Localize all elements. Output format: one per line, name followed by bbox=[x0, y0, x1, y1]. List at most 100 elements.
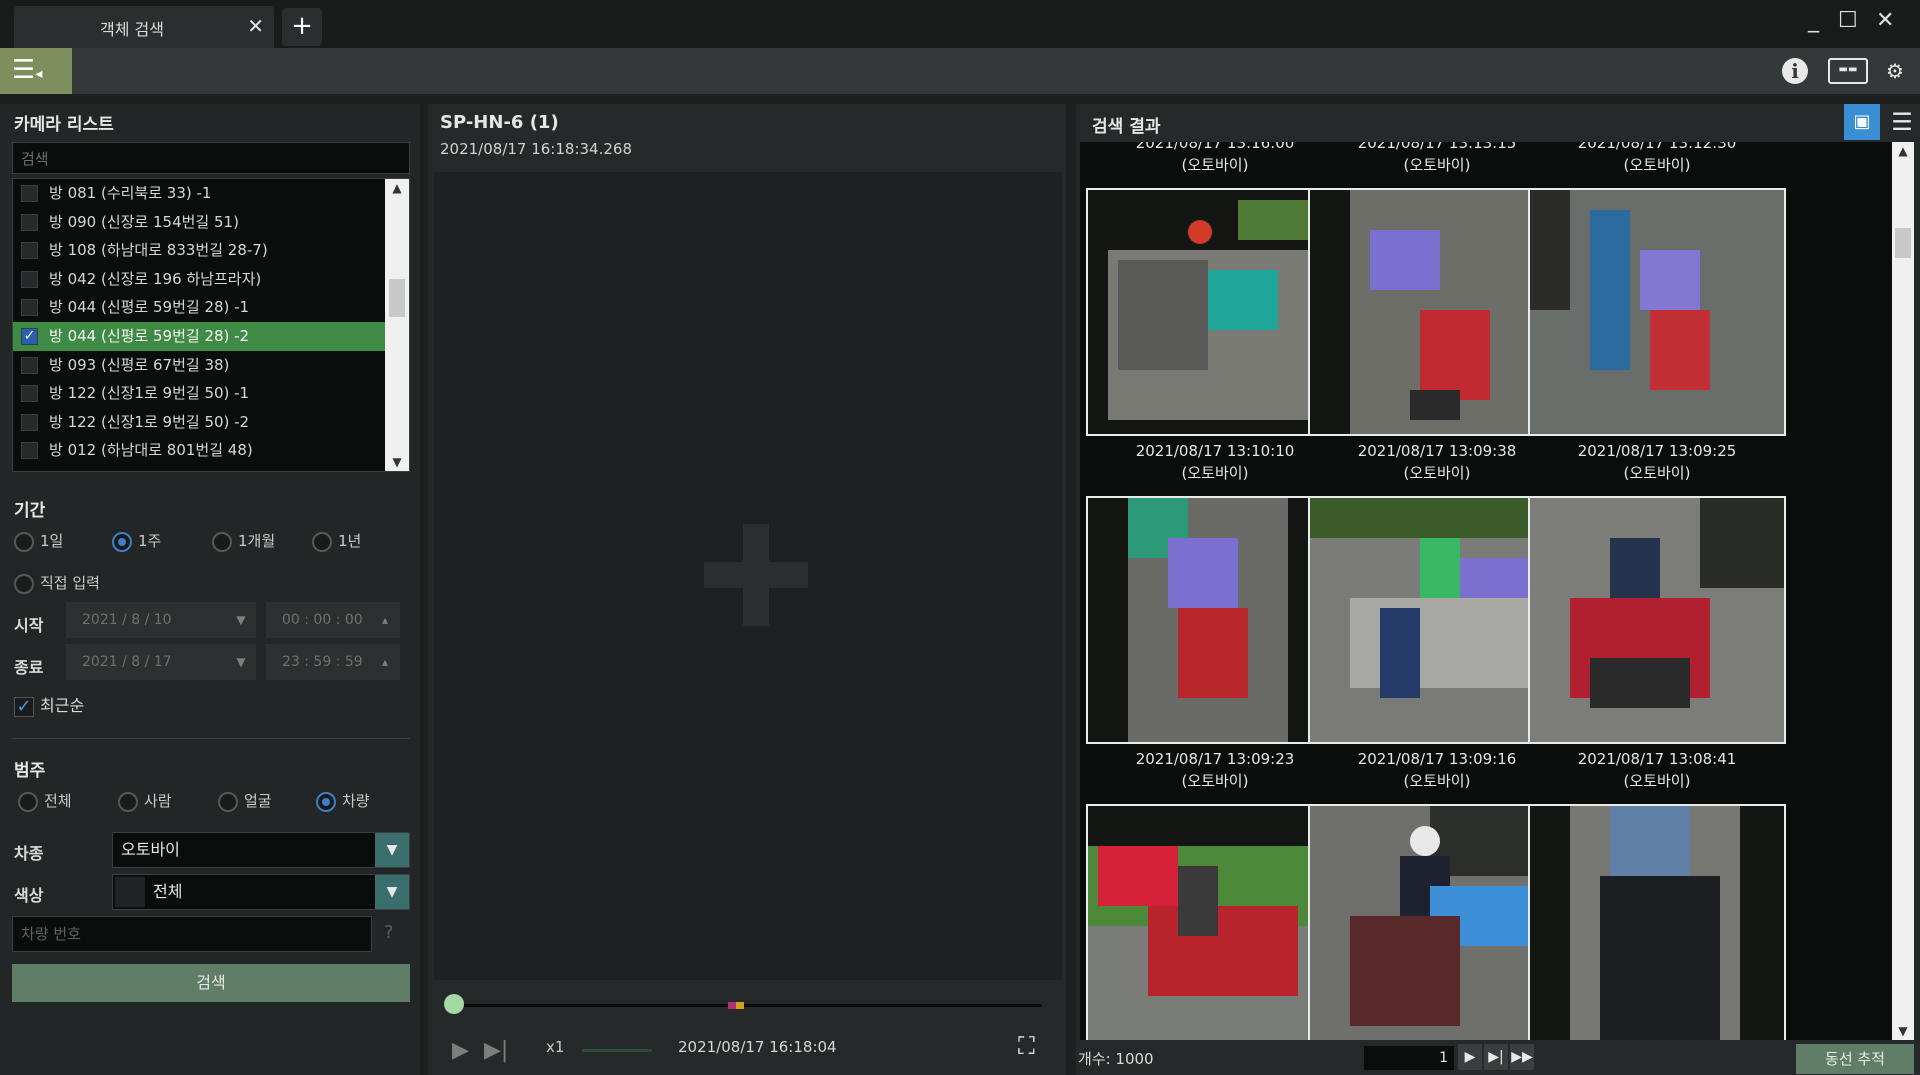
maximize-icon[interactable]: ☐ bbox=[1838, 8, 1858, 33]
result-thumbnail[interactable] bbox=[1086, 188, 1344, 436]
thumbnail-region bbox=[1088, 806, 1342, 846]
vehicle-type-select[interactable]: 오토바이 ▼ bbox=[112, 832, 410, 868]
last-page-icon[interactable]: ▶▶ bbox=[1510, 1044, 1534, 1070]
start-time-input[interactable]: 00 : 00 : 00 ▴ bbox=[266, 602, 400, 638]
help-icon[interactable]: ? bbox=[384, 922, 394, 943]
camera-list-scrollbar[interactable]: ▲ ▼ bbox=[385, 179, 409, 471]
camera-list-item[interactable]: 방 042 (신장로 196 하남프라자) bbox=[13, 265, 409, 294]
radio-label: 1일 bbox=[40, 532, 64, 550]
camera-list-item[interactable]: 방 012 (하남대로 801번길 48) bbox=[13, 436, 409, 465]
camera-checkbox[interactable]: ✓ bbox=[21, 327, 38, 345]
minimize-icon[interactable]: _ bbox=[1808, 8, 1819, 33]
camera-checkbox[interactable] bbox=[21, 385, 38, 403]
camera-checkbox[interactable] bbox=[21, 242, 38, 260]
step-forward-icon[interactable]: ▶| bbox=[484, 1038, 508, 1063]
thumbnail-region bbox=[1098, 846, 1178, 906]
image-capture-icon[interactable]: ▬▬ bbox=[1828, 58, 1868, 84]
radio-direct-input[interactable]: 직접 입력 bbox=[14, 572, 100, 594]
result-thumbnail[interactable] bbox=[1528, 188, 1786, 436]
scroll-thumb[interactable] bbox=[1895, 228, 1911, 258]
play-icon[interactable]: ▶ bbox=[452, 1038, 469, 1063]
chevron-down-icon[interactable]: ▼ bbox=[375, 875, 409, 909]
plate-number-input[interactable]: 차량 번호 bbox=[12, 916, 372, 952]
close-tab-icon[interactable]: ✕ bbox=[247, 14, 264, 38]
thumbnail-region bbox=[1420, 310, 1490, 400]
next-page-icon[interactable]: ▶ bbox=[1458, 1044, 1482, 1070]
camera-list-item[interactable]: 방 108 (하남대로 833번길 28-7) bbox=[13, 236, 409, 265]
timeline-knob[interactable] bbox=[444, 994, 464, 1014]
video-viewport[interactable] bbox=[434, 172, 1062, 980]
speed-slider[interactable] bbox=[582, 1049, 652, 1052]
result-thumbnail[interactable] bbox=[1528, 496, 1786, 744]
radio-label: 전체 bbox=[44, 792, 72, 810]
recent-order-checkbox[interactable]: ✓ 최근순 bbox=[14, 692, 84, 717]
color-select[interactable]: 전체 ▼ bbox=[112, 874, 410, 910]
period-radio-2[interactable]: 1개월 bbox=[212, 530, 275, 552]
camera-list-item[interactable]: 방 090 (신장로 154번길 51) bbox=[13, 208, 409, 237]
category-radio-1[interactable]: 사람 bbox=[118, 790, 172, 812]
category-radio-2[interactable]: 얼굴 bbox=[218, 790, 272, 812]
end-time-input[interactable]: 23 : 59 : 59 ▴ bbox=[266, 644, 400, 680]
scroll-thumb[interactable] bbox=[389, 279, 405, 317]
info-icon[interactable]: i bbox=[1782, 58, 1808, 84]
camera-list-item[interactable]: 방 107 (신장로 88) bbox=[13, 465, 409, 471]
track-route-button[interactable]: 동선 추적 bbox=[1796, 1044, 1914, 1074]
next-pages-icon[interactable]: ▶| bbox=[1484, 1044, 1508, 1070]
chevron-down-icon[interactable]: ▼ bbox=[226, 602, 256, 638]
result-thumbnail[interactable] bbox=[1086, 804, 1344, 1040]
camera-checkbox[interactable] bbox=[21, 213, 38, 231]
page-number-input[interactable]: 1 bbox=[1364, 1046, 1454, 1070]
tab-object-search[interactable]: 객체 검색 ✕ bbox=[14, 6, 274, 48]
playback-timeline[interactable] bbox=[452, 1004, 1042, 1007]
category-title: 범주 bbox=[14, 761, 46, 781]
search-button[interactable]: 검색 bbox=[12, 964, 410, 1002]
period-radio-0[interactable]: 1일 bbox=[14, 530, 63, 552]
period-radio-3[interactable]: 1년 bbox=[312, 530, 361, 552]
camera-search-input[interactable]: 검색 bbox=[12, 142, 410, 174]
camera-checkbox[interactable] bbox=[21, 442, 38, 460]
end-date-input[interactable]: 2021 / 8 / 17 ▼ bbox=[66, 644, 256, 680]
category-radio-3[interactable]: 차량 bbox=[316, 790, 370, 812]
camera-list-item[interactable]: ✓ 방 044 (신평로 59번길 28) -2 bbox=[13, 321, 409, 351]
thumbnail-view-icon[interactable]: ▣ bbox=[1844, 104, 1880, 140]
chevron-down-icon[interactable]: ▼ bbox=[375, 833, 409, 867]
check-icon: ✓ bbox=[14, 696, 34, 717]
results-scrollbar[interactable]: ▲ ▼ bbox=[1892, 142, 1914, 1040]
add-tab-button[interactable]: + bbox=[282, 8, 322, 46]
camera-checkbox[interactable] bbox=[21, 356, 38, 374]
vehicle-type-value: 오토바이 bbox=[121, 840, 180, 859]
fullscreen-icon[interactable]: ⛶ bbox=[1018, 1032, 1035, 1060]
period-radio-1[interactable]: 1주 bbox=[112, 530, 161, 552]
category-radio-0[interactable]: 전체 bbox=[18, 790, 72, 812]
time-spinner-icon[interactable]: ▴ bbox=[370, 644, 400, 680]
camera-checkbox[interactable] bbox=[21, 413, 38, 431]
chevron-down-icon[interactable]: ▼ bbox=[226, 644, 256, 680]
camera-checkbox[interactable] bbox=[21, 470, 38, 471]
camera-checkbox[interactable] bbox=[21, 185, 38, 202]
result-thumbnail[interactable] bbox=[1528, 804, 1786, 1040]
result-thumbnail[interactable] bbox=[1086, 496, 1344, 744]
scroll-down-icon[interactable]: ▼ bbox=[1892, 1024, 1914, 1038]
list-view-icon[interactable]: ☰ bbox=[1884, 104, 1920, 140]
checkbox-label: 최근순 bbox=[40, 696, 85, 715]
camera-list-item[interactable]: 방 093 (신평로 67번길 38) bbox=[13, 351, 409, 380]
scroll-up-icon[interactable]: ▲ bbox=[385, 181, 409, 195]
result-time: 2021/08/17 13:12:30 bbox=[1577, 142, 1737, 152]
close-window-icon[interactable]: ✕ bbox=[1876, 8, 1894, 33]
thumbnail-region bbox=[1740, 806, 1784, 1040]
camera-checkbox[interactable] bbox=[21, 299, 38, 317]
time-spinner-icon[interactable]: ▴ bbox=[370, 602, 400, 638]
scroll-up-icon[interactable]: ▲ bbox=[1892, 144, 1914, 158]
camera-list-item[interactable]: 방 081 (수리북로 33) -1 bbox=[13, 179, 409, 208]
playback-speed[interactable]: x1 bbox=[546, 1038, 564, 1056]
scroll-down-icon[interactable]: ▼ bbox=[385, 455, 409, 469]
camera-list-item[interactable]: 방 122 (신장1로 9번길 50) -1 bbox=[13, 379, 409, 408]
camera-checkbox[interactable] bbox=[21, 270, 38, 288]
result-type: (오토바이) bbox=[1181, 156, 1249, 174]
menu-collapse-icon[interactable]: ☰◂ bbox=[0, 48, 72, 94]
gear-icon[interactable]: ⚙ bbox=[1882, 58, 1908, 84]
camera-list-item[interactable]: 방 044 (신평로 59번길 28) -1 bbox=[13, 293, 409, 322]
camera-list-item[interactable]: 방 122 (신장1로 9번길 50) -2 bbox=[13, 408, 409, 437]
result-time: 2021/08/17 13:16:00 bbox=[1135, 142, 1295, 152]
start-date-input[interactable]: 2021 / 8 / 10 ▼ bbox=[66, 602, 256, 638]
